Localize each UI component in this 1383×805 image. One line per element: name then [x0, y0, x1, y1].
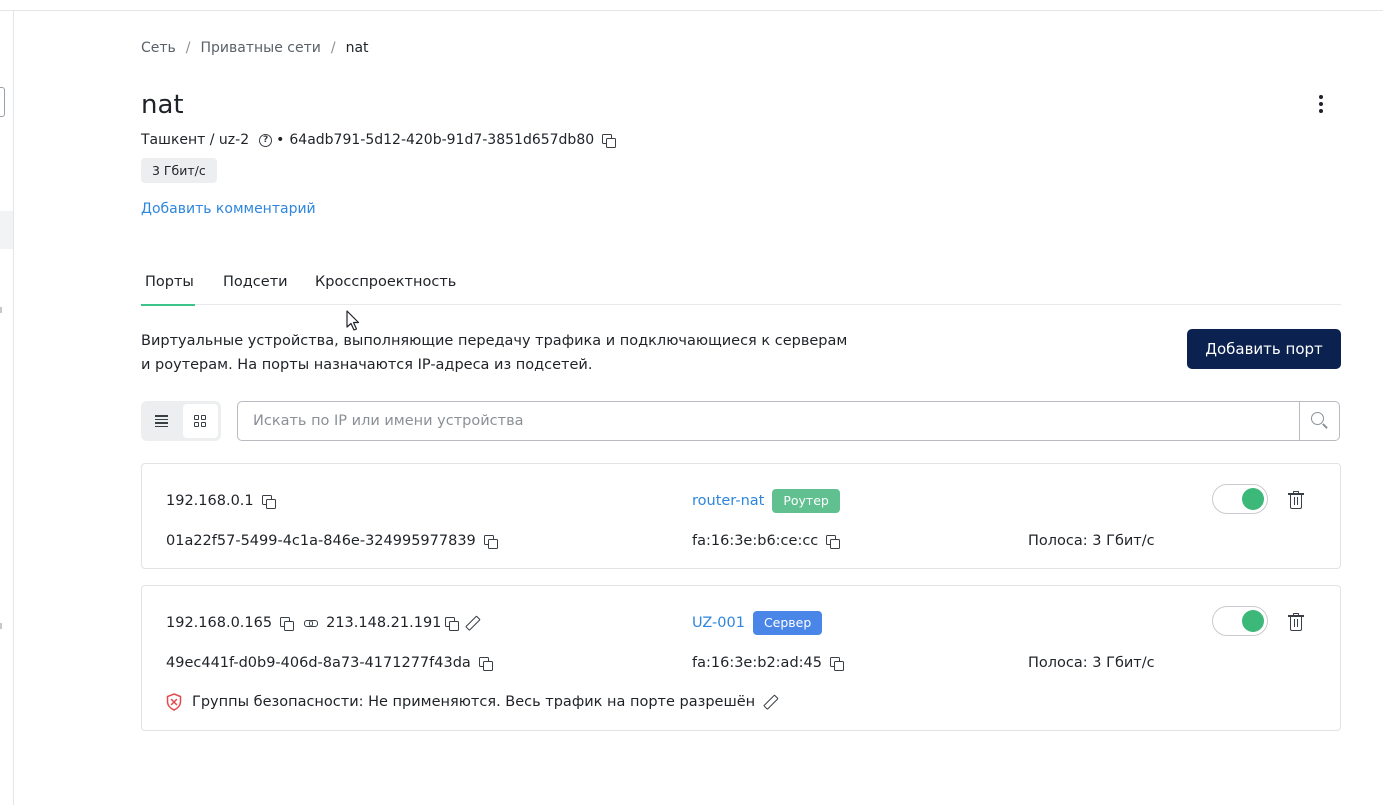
copy-icon[interactable]	[829, 657, 844, 671]
breadcrumb-private-networks[interactable]: Приватные сети	[201, 40, 321, 56]
breadcrumb-separator: /	[185, 40, 191, 56]
view-toggle	[141, 401, 221, 441]
port-id-row: 01a22f57-5499-4c1a-846e-324995977839	[166, 531, 498, 551]
breadcrumb-network[interactable]: Сеть	[141, 40, 176, 56]
port-toggle[interactable]	[1212, 484, 1268, 514]
security-groups-row: Группы безопасности: Не применяются. Вес…	[166, 692, 777, 712]
copy-icon[interactable]	[602, 134, 617, 148]
breadcrumb-separator: /	[330, 40, 336, 56]
security-groups-text: Группы безопасности: Не применяются. Вес…	[192, 694, 756, 710]
breadcrumb-current: nat	[345, 40, 369, 56]
port-ip: 192.168.0.165	[166, 615, 273, 631]
port-id: 49ec441f-d0b9-406d-8a73-4171277f43da	[166, 655, 471, 671]
list-icon	[155, 415, 169, 427]
grid-icon	[194, 415, 207, 427]
copy-icon[interactable]	[826, 535, 841, 549]
port-card: 192.168.0.1 router-nat Роутер 01a22f57-5…	[141, 463, 1341, 569]
trash-icon[interactable]	[1288, 491, 1304, 509]
grid-view-button[interactable]	[182, 404, 218, 438]
network-id: 64adb791-5d12-420b-91d7-3851d657db80	[289, 132, 595, 148]
pencil-icon[interactable]	[763, 695, 777, 709]
shield-warning-icon	[166, 693, 182, 711]
port-bandwidth: Полоса: 3 Гбит/с	[1028, 655, 1155, 671]
network-location: Ташкент / uz-2	[141, 132, 250, 148]
mouse-cursor-icon	[346, 310, 360, 331]
copy-icon[interactable]	[478, 657, 493, 671]
port-ip-row: 192.168.0.1	[166, 491, 276, 511]
copy-icon[interactable]	[445, 617, 460, 631]
search-button[interactable]	[1299, 402, 1339, 440]
port-mac-row: fa:16:3e:b2:ad:45	[692, 653, 844, 673]
toggle-knob	[1242, 488, 1264, 510]
network-meta: Ташкент / uz-2 ? • 64adb791-5d12-420b-91…	[141, 130, 617, 150]
pencil-icon[interactable]	[465, 616, 479, 630]
device-link[interactable]: router-nat	[692, 493, 764, 509]
port-ip: 192.168.0.1	[166, 493, 254, 509]
port-card: 192.168.0.165 213.148.21.191 UZ-001 Серв…	[141, 585, 1341, 731]
sidebar-marker	[0, 623, 2, 629]
trash-icon[interactable]	[1288, 613, 1304, 631]
port-id: 01a22f57-5499-4c1a-846e-324995977839	[166, 533, 476, 549]
port-bandwidth-row: Полоса: 3 Гбит/с	[1028, 531, 1155, 551]
port-mac: fa:16:3e:b2:ad:45	[692, 655, 822, 671]
search-input[interactable]	[238, 402, 1299, 440]
tab-cross-project[interactable]: Кросспроектность	[315, 266, 456, 305]
search-box	[237, 401, 1340, 441]
breadcrumb: Сеть / Приватные сети / nat	[141, 38, 369, 58]
copy-icon[interactable]	[261, 495, 276, 509]
sidebar-collapse-handle[interactable]	[0, 87, 5, 117]
link-icon	[304, 618, 319, 628]
floating-ip: 213.148.21.191	[326, 615, 442, 631]
left-sidebar	[0, 11, 14, 805]
tab-subnets[interactable]: Подсети	[223, 266, 288, 305]
sidebar-marker	[0, 307, 2, 313]
tab-bar: Порты Подсети Кросспроектность	[141, 266, 1341, 306]
port-device-row: router-nat Роутер	[692, 489, 840, 513]
port-bandwidth-row: Полоса: 3 Гбит/с	[1028, 653, 1155, 673]
main-content: Сеть / Приватные сети / nat nat Ташкент …	[141, 0, 1341, 805]
meta-bullet: •	[276, 132, 285, 148]
more-options-icon[interactable]	[1309, 92, 1333, 116]
toggle-knob	[1242, 610, 1264, 632]
port-mac-row: fa:16:3e:b6:ce:cc	[692, 531, 841, 551]
port-mac: fa:16:3e:b6:ce:cc	[692, 533, 819, 549]
help-icon[interactable]: ?	[259, 133, 273, 147]
device-link[interactable]: UZ-001	[692, 615, 745, 631]
list-view-button[interactable]	[144, 404, 180, 438]
copy-icon[interactable]	[483, 535, 498, 549]
copy-icon[interactable]	[280, 617, 295, 631]
port-ip-row: 192.168.0.165 213.148.21.191	[166, 613, 479, 633]
sidebar-active-item[interactable]	[0, 211, 13, 249]
search-icon	[1310, 412, 1329, 430]
device-type-badge: Роутер	[772, 489, 840, 513]
port-device-row: UZ-001 Сервер	[692, 611, 823, 635]
port-toggle[interactable]	[1212, 606, 1268, 636]
port-id-row: 49ec441f-d0b9-406d-8a73-4171277f43da	[166, 653, 493, 673]
tab-ports[interactable]: Порты	[141, 266, 195, 306]
add-comment-link[interactable]: Добавить комментарий	[141, 199, 316, 219]
page-title: nat	[141, 90, 184, 120]
ports-description: Виртуальные устройства, выполняющие пере…	[141, 333, 848, 373]
device-type-badge: Сервер	[752, 611, 823, 635]
add-port-button[interactable]: Добавить порт	[1187, 329, 1341, 369]
speed-tag: 3 Гбит/с	[141, 158, 217, 183]
port-bandwidth: Полоса: 3 Гбит/с	[1028, 533, 1155, 549]
